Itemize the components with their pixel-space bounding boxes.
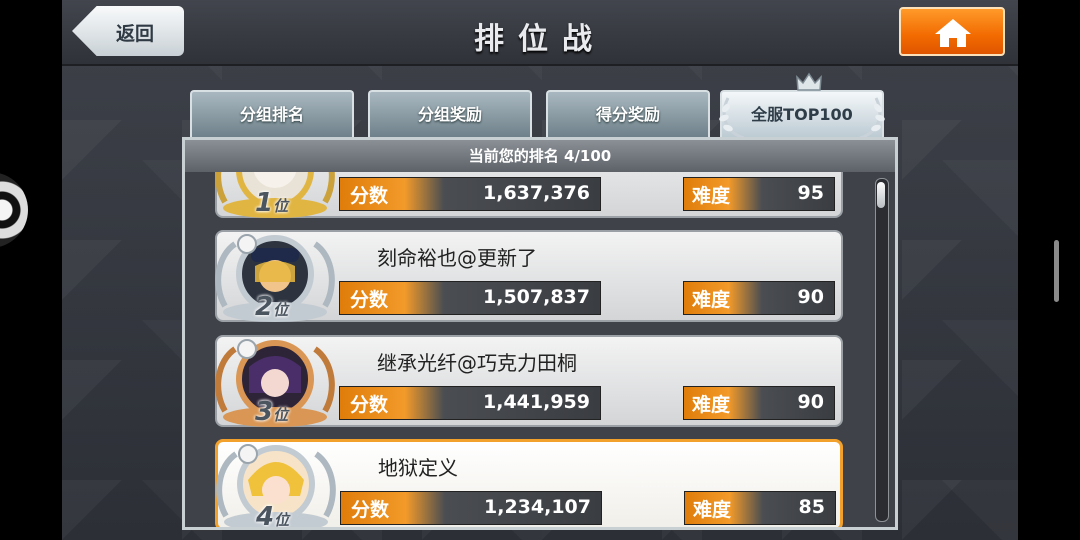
side-handle[interactable] — [1054, 240, 1059, 302]
score-label: 分数 — [351, 499, 390, 521]
ranking-row[interactable]: 1位 分数 1,637,376 难度 95 — [215, 172, 843, 218]
home-button[interactable] — [899, 7, 1005, 56]
difficulty-value: 95 — [797, 182, 824, 204]
tab-label: 得分奖励 — [595, 105, 660, 124]
difficulty-label: 难度 — [692, 394, 731, 416]
ranking-list[interactable]: 1位 分数 1,637,376 难度 95 2位 刻命裕也@更新了 分数 1,5… — [185, 172, 875, 527]
tab-group-ranking[interactable]: 分组排名 — [190, 90, 354, 140]
player-name: 继承光纤@巧克力田桐 — [377, 351, 577, 375]
current-rank-banner: 当前您的排名 4/100 — [185, 140, 895, 172]
ranking-panel: 当前您的排名 4/100 1位 分数 1,637,376 难度 95 2位 刻命… — [182, 137, 898, 530]
ranking-row[interactable]: 3位 继承光纤@巧克力田桐 分数 1,441,959 难度 90 — [215, 335, 843, 427]
tab-group-rewards[interactable]: 分组奖励 — [368, 90, 532, 140]
scrollbar-thumb[interactable] — [877, 182, 885, 208]
tab-label: 分组奖励 — [417, 105, 482, 124]
player-name: 地狱定义 — [378, 456, 458, 480]
score-value: 1,507,837 — [483, 286, 590, 308]
score-box: 分数 1,441,959 — [339, 386, 601, 420]
player-name: 刻命裕也@更新了 — [377, 246, 537, 270]
difficulty-box: 难度 90 — [683, 281, 835, 315]
ranking-row-current-player[interactable]: 4位 地狱定义 分数 1,234,107 难度 85 — [215, 439, 843, 527]
ranking-row[interactable]: 2位 刻命裕也@更新了 分数 1,507,837 难度 90 — [215, 230, 843, 322]
tab-label: 分组排名 — [239, 105, 304, 124]
list-scrollbar[interactable] — [875, 178, 889, 522]
difficulty-box: 难度 85 — [684, 491, 836, 525]
score-label: 分数 — [350, 394, 389, 416]
score-value: 1,441,959 — [483, 391, 590, 413]
tab-score-rewards[interactable]: 得分奖励 — [546, 90, 710, 140]
score-box: 分数 1,637,376 — [339, 177, 601, 211]
difficulty-box: 难度 95 — [683, 177, 835, 211]
score-box: 分数 1,234,107 — [340, 491, 602, 525]
rank-number: 2位 — [255, 292, 289, 322]
score-value: 1,637,376 — [483, 182, 590, 204]
score-value: 1,234,107 — [484, 496, 591, 518]
difficulty-value: 90 — [797, 286, 824, 308]
crown-icon — [796, 72, 822, 91]
rank-number: 4位 — [256, 502, 290, 527]
score-label: 分数 — [350, 289, 389, 311]
home-icon — [935, 19, 971, 47]
difficulty-box: 难度 90 — [683, 386, 835, 420]
page-title: 排位战 — [474, 22, 606, 57]
difficulty-value: 85 — [798, 496, 825, 518]
game-screen: 返回 排位战 分组排名 分组奖励 得分奖励 全服TOP100 当前您的排名 4/… — [62, 0, 1018, 540]
top-bar: 返回 排位战 — [62, 0, 1018, 66]
difficulty-label: 难度 — [692, 289, 731, 311]
difficulty-label: 难度 — [693, 499, 732, 521]
tab-server-top100[interactable]: 全服TOP100 — [719, 72, 885, 140]
rank-number: 3位 — [255, 397, 289, 427]
difficulty-label: 难度 — [692, 185, 731, 207]
laurel-wreath-icon — [859, 97, 885, 140]
floating-avatar-icon[interactable] — [0, 172, 28, 248]
score-label: 分数 — [350, 185, 389, 207]
score-box: 分数 1,507,837 — [339, 281, 601, 315]
rank-number: 1位 — [255, 188, 289, 218]
laurel-wreath-icon — [719, 97, 745, 140]
difficulty-value: 90 — [797, 391, 824, 413]
tab-label: 全服TOP100 — [751, 105, 853, 124]
